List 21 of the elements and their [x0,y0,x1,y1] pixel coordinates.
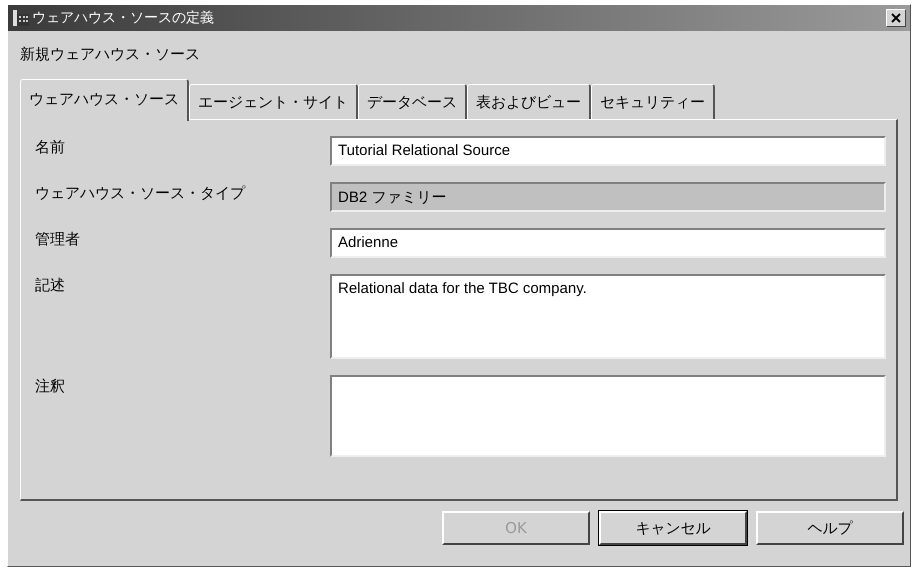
building-icon [12,9,30,27]
tab[interactable]: エージェント・サイト [189,84,358,119]
text-area[interactable]: Relational data for the TBC company. [330,274,886,359]
close-button[interactable] [886,9,906,27]
text-field[interactable]: Tutorial Relational Source [330,136,886,166]
tab[interactable]: データベース [358,84,467,119]
dialog-subtitle: 新規ウェアハウス・ソース [19,44,201,65]
tab[interactable]: セキュリティー [591,84,715,119]
tab[interactable]: ウェアハウス・ソース [20,79,189,121]
text-field[interactable]: Adrienne [330,228,886,258]
field-label: 記述 [35,275,66,295]
window-title: ウェアハウス・ソースの定義 [32,9,214,27]
tab[interactable]: 表およびビュー [467,84,591,119]
close-icon [891,13,901,23]
dialog-button[interactable]: キャンセル [599,511,747,545]
field-label: 注釈 [35,376,66,396]
field-label: 管理者 [35,229,81,249]
dialog-button[interactable]: ヘルプ [756,511,904,545]
text-area[interactable] [330,375,886,457]
field-label: ウェアハウス・ソース・タイプ [35,183,246,203]
field-label: 名前 [35,137,66,157]
